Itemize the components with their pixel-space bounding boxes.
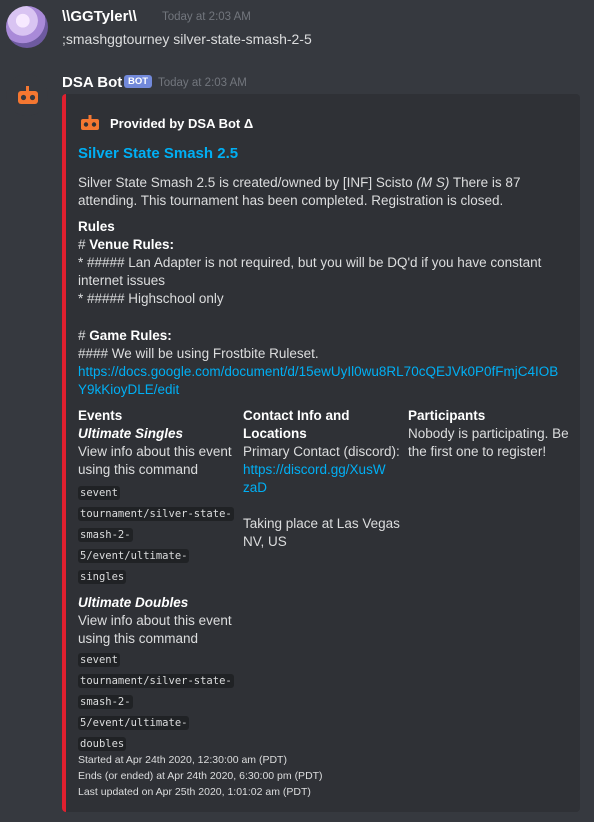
venue-rule-line: internet issues: [78, 273, 166, 288]
description-text: Silver State Smash 2.5 is created/owned …: [78, 175, 417, 190]
robot-icon: [18, 86, 38, 104]
username[interactable]: \\GGTyler\\: [62, 8, 137, 25]
events-field: Events Ultimate Singles View info about …: [78, 407, 238, 479]
participants-text: Nobody is participating. Be: [408, 426, 569, 441]
venue-prefix: #: [78, 237, 90, 252]
command-code: tournament/silver-state-: [78, 507, 234, 521]
event-info-text: View info about this event: [78, 613, 232, 628]
contact-heading: Contact Info and: [243, 408, 350, 423]
event-info-text: using this command: [78, 631, 199, 646]
participants-field: Participants Nobody is participating. Be…: [408, 407, 578, 461]
command-code: 5/event/ultimate-: [78, 549, 190, 563]
last-updated: Last updated on Apr 25th 2020, 1:01:02 a…: [78, 786, 311, 798]
contact-heading: Locations: [243, 426, 307, 441]
game-title: Game Rules:: [89, 328, 172, 343]
game-rule-line: #### We will be using Frostbite Ruleset.: [78, 346, 319, 361]
venue-rule-line: * ##### Lan Adapter is not required, but…: [78, 255, 542, 270]
embed-description: Silver State Smash 2.5 is created/owned …: [78, 174, 578, 210]
timestamp: Today at 2:03 AM: [162, 11, 251, 23]
embed-title[interactable]: Silver State Smash 2.5: [78, 145, 238, 162]
event1-command: sevent tournament/silver-state- smash-2-…: [78, 482, 234, 587]
command-code: doubles: [78, 737, 127, 751]
discord-link[interactable]: https://discord.gg/XusW: [243, 462, 386, 477]
command-code: singles: [78, 570, 127, 584]
ruleset-link[interactable]: Y9kKioyDLE/edit: [78, 382, 179, 397]
embed-footer: Started at Apr 24th 2020, 12:30:00 am (P…: [78, 752, 578, 800]
owner-tag: (M S): [416, 175, 450, 190]
start-time: Started at Apr 24th 2020, 12:30:00 am (P…: [78, 754, 287, 766]
bot-timestamp: Today at 2:03 AM: [158, 77, 247, 89]
contact-text: Primary Contact (discord):: [243, 444, 400, 459]
message-ggtyler: \\GGTyler\\ Today at 2:03 AM ;smashggtou…: [0, 0, 594, 62]
command-code: sevent: [78, 486, 120, 500]
embed: Provided by DSA Bot Δ Silver State Smash…: [62, 94, 580, 812]
command-code: smash-2-: [78, 528, 133, 542]
description-text: There is 87: [449, 175, 521, 190]
embed-author[interactable]: Provided by DSA Bot Δ: [110, 116, 253, 131]
robot-icon: [81, 115, 99, 130]
venue-title: Venue Rules:: [89, 237, 175, 252]
ruleset-link[interactable]: https://docs.google.com/document/d/15ewU…: [78, 364, 558, 379]
user-avatar[interactable]: [6, 6, 48, 48]
location-text: Taking place at Las Vegas: [243, 516, 400, 531]
bot-badge: BOT: [124, 75, 153, 88]
venue-rule-line: * ##### Highschool only: [78, 291, 224, 306]
event2-field: Ultimate Doubles View info about this ev…: [78, 594, 238, 648]
end-time: Ends (or ended) at Apr 24th 2020, 6:30:0…: [78, 770, 323, 782]
game-rules: # Game Rules: #### We will be using Fros…: [78, 327, 578, 399]
contact-field: Contact Info and Locations Primary Conta…: [243, 407, 403, 551]
command-code: sevent: [78, 653, 120, 667]
discord-link[interactable]: zaD: [243, 480, 267, 495]
event-info-text: using this command: [78, 462, 199, 477]
event-name: Ultimate Singles: [78, 426, 184, 441]
events-heading: Events: [78, 408, 123, 423]
venue-rules: # Venue Rules: * ##### Lan Adapter is no…: [78, 236, 578, 308]
participants-text: the first one to register!: [408, 444, 547, 459]
rules-heading: Rules: [78, 219, 115, 234]
message-text: ;smashggtourney silver-state-smash-2-5: [62, 31, 312, 47]
bot-username[interactable]: DSA Bot: [62, 74, 122, 91]
event-info-text: View info about this event: [78, 444, 232, 459]
participants-heading: Participants: [408, 408, 486, 423]
command-code: tournament/silver-state-: [78, 674, 234, 688]
command-code: 5/event/ultimate-: [78, 716, 190, 730]
game-prefix: #: [78, 328, 90, 343]
description-text: attending. This tournament has been comp…: [78, 193, 504, 208]
event-name: Ultimate Doubles: [78, 595, 189, 610]
location-text: NV, US: [243, 534, 287, 549]
event2-command: sevent tournament/silver-state- smash-2-…: [78, 649, 234, 754]
bot-avatar[interactable]: [6, 74, 48, 116]
command-code: smash-2-: [78, 695, 133, 709]
